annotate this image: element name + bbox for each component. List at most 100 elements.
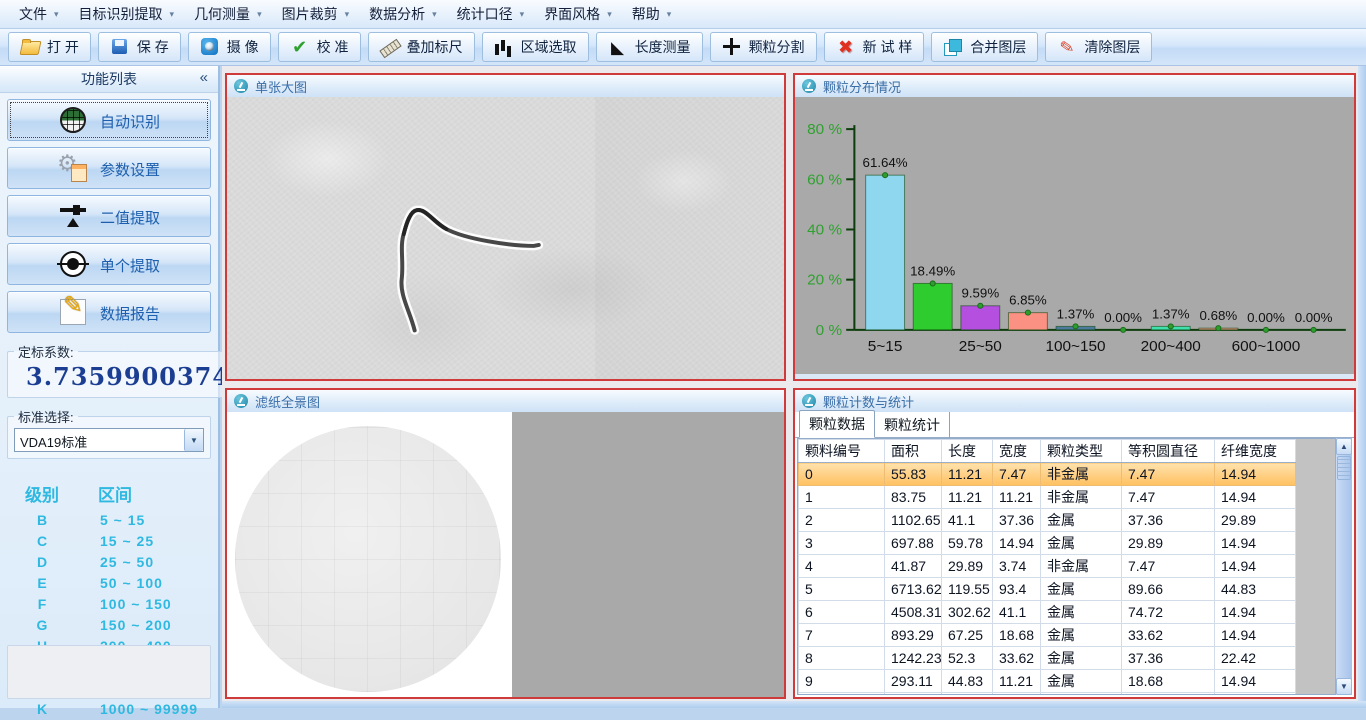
column-header-4[interactable]: 颗粒类型 <box>1041 440 1122 463</box>
toolbar-button-label: 颗粒分割 <box>749 37 805 57</box>
cell: 697.88 <box>885 532 942 555</box>
sidebar-button-binary[interactable]: 二值提取 <box>7 195 211 237</box>
menu-item-5[interactable]: 统计口径 ▾ <box>448 0 534 28</box>
table-row-0[interactable]: 055.8311.217.47非金属7.4714.94 <box>799 463 1296 486</box>
single-icon <box>60 251 86 277</box>
y-tick-label: 40 % <box>807 222 842 239</box>
column-header-1[interactable]: 面积 <box>885 440 942 463</box>
menu-item-1[interactable]: 目标识别提取 ▾ <box>70 0 184 28</box>
table-row-6[interactable]: 64508.31302.6241.1金属74.7214.94 <box>799 601 1296 624</box>
region-button[interactable]: 区域选取 <box>482 32 589 62</box>
cell: 非金属 <box>1041 555 1122 578</box>
table-row-10[interactable]: 金属 <box>799 693 1296 696</box>
menu-item-3[interactable]: 图片裁剪 ▾ <box>273 0 359 28</box>
params-icon: ⚙ <box>60 155 86 181</box>
save-icon <box>110 38 130 56</box>
sidebar-button-auto[interactable]: 自动识别 <box>7 99 211 141</box>
bar-value-label: 1.37% <box>1152 306 1190 321</box>
menu-item-label: 目标识别提取 <box>79 4 163 24</box>
toolbar-button-label: 新 试 样 <box>863 37 913 57</box>
open-icon <box>20 38 40 56</box>
split-button[interactable]: 颗粒分割 <box>710 32 817 62</box>
bar-value-label: 9.59% <box>961 286 999 301</box>
cell <box>885 693 942 696</box>
tab-0[interactable]: 颗粒数据 <box>799 410 875 438</box>
cell: 14.94 <box>1215 555 1296 578</box>
level-letter: D <box>10 552 74 573</box>
combo-dropdown-icon[interactable]: ▼ <box>184 429 203 451</box>
region-icon <box>494 38 514 56</box>
table-row-4[interactable]: 441.8729.893.74非金属7.4714.94 <box>799 555 1296 578</box>
sidebar-button-params[interactable]: ⚙ 参数设置 <box>7 147 211 189</box>
clear-button[interactable]: ✎ 清除图层 <box>1045 32 1152 62</box>
menu-item-6[interactable]: 界面风格 ▾ <box>535 0 621 28</box>
cell: 14.94 <box>993 532 1041 555</box>
column-header-3[interactable]: 宽度 <box>993 440 1041 463</box>
table-row-9[interactable]: 9293.1144.8311.21金属18.6814.94 <box>799 670 1296 693</box>
scroll-up-button[interactable]: ▲ <box>1336 438 1352 455</box>
table-row-8[interactable]: 81242.2352.333.62金属37.3622.42 <box>799 647 1296 670</box>
table-row-2[interactable]: 21102.6541.137.36金属37.3629.89 <box>799 509 1296 532</box>
chevron-down-icon: ▾ <box>170 9 175 20</box>
open-button[interactable]: 打 开 <box>8 32 91 62</box>
chevron-down-icon: ▾ <box>667 9 672 20</box>
cell: 14.94 <box>1215 624 1296 647</box>
tab-1[interactable]: 颗粒统计 <box>875 412 950 438</box>
scrollbar-track[interactable] <box>1336 481 1352 678</box>
x-tick-label: 200~400 <box>1141 338 1201 355</box>
chevron-down-icon: ▾ <box>607 9 612 20</box>
standard-select[interactable]: VDA19标准 ▼ <box>14 428 204 452</box>
cell: 7.47 <box>1122 486 1215 509</box>
ruler-button[interactable]: 叠加标尺 <box>368 32 475 62</box>
sidebar-button-label: 参数设置 <box>100 159 160 180</box>
menu-item-label: 几何测量 <box>194 4 250 24</box>
level-range: 1000 ~ 99999 <box>74 699 198 720</box>
cell <box>993 693 1041 696</box>
table-row-5[interactable]: 56713.62119.5593.4金属89.6644.83 <box>799 578 1296 601</box>
column-header-6[interactable]: 纤维宽度 <box>1215 440 1296 463</box>
length-button[interactable]: ◣ 长度测量 <box>596 32 703 62</box>
level-row: E 50 ~ 100 <box>10 573 208 594</box>
menu-item-4[interactable]: 数据分析 ▾ <box>360 0 446 28</box>
cell: 41.1 <box>942 509 993 532</box>
panel-distribution: 颗粒分布情况 0 %20 %40 %60 %80 %61.64%5~1518.4… <box>793 73 1356 381</box>
cell: 33.62 <box>1122 624 1215 647</box>
bar-marker <box>1073 324 1078 329</box>
cell: 金属 <box>1041 601 1122 624</box>
column-header-0[interactable]: 颗料编号 <box>799 440 885 463</box>
sidebar-button-report[interactable]: ✎ 数据报告 <box>7 291 211 333</box>
scrollbar-thumb[interactable] <box>1337 456 1351 480</box>
binary-icon <box>60 203 86 229</box>
scroll-down-button[interactable]: ▼ <box>1336 678 1352 695</box>
fiber-body <box>401 210 538 330</box>
cell: 非金属 <box>1041 486 1122 509</box>
new-sample-button[interactable]: ✖ 新 试 样 <box>824 32 925 62</box>
save-button[interactable]: 保 存 <box>98 32 181 62</box>
bar-25~50 <box>961 306 1000 330</box>
camera-button[interactable]: 摄 像 <box>188 32 271 62</box>
level-letter: C <box>10 531 74 552</box>
menu-item-2[interactable]: 几何测量 ▾ <box>185 0 271 28</box>
split-icon <box>722 38 742 56</box>
menu-item-7[interactable]: 帮助 ▾ <box>623 0 681 28</box>
column-header-2[interactable]: 长度 <box>942 440 993 463</box>
level-range: 15 ~ 25 <box>74 531 154 552</box>
table-row-3[interactable]: 3697.8859.7814.94金属29.8914.94 <box>799 532 1296 555</box>
level-range: 150 ~ 200 <box>74 615 172 636</box>
collapse-sidebar-icon[interactable]: « <box>200 69 208 86</box>
cell: 0 <box>799 463 885 486</box>
level-letter: F <box>10 594 74 615</box>
sidebar-button-single[interactable]: 单个提取 <box>7 243 211 285</box>
chevron-down-icon: ▾ <box>54 9 59 20</box>
merge-button[interactable]: 合并图层 <box>931 32 1038 62</box>
level-row: D 25 ~ 50 <box>10 552 208 573</box>
table-row-1[interactable]: 183.7511.2111.21非金属7.4714.94 <box>799 486 1296 509</box>
vertical-scrollbar[interactable]: ▲ ▼ <box>1335 438 1352 695</box>
table-row-7[interactable]: 7893.2967.2518.68金属33.6214.94 <box>799 624 1296 647</box>
menu-item-0[interactable]: 文件 ▾ <box>10 0 68 28</box>
calibrate-button[interactable]: ✔ 校 准 <box>278 32 361 62</box>
level-row: C 15 ~ 25 <box>10 531 208 552</box>
column-header-5[interactable]: 等积圆直径 <box>1122 440 1215 463</box>
cell: 7 <box>799 624 885 647</box>
cell: 8 <box>799 647 885 670</box>
